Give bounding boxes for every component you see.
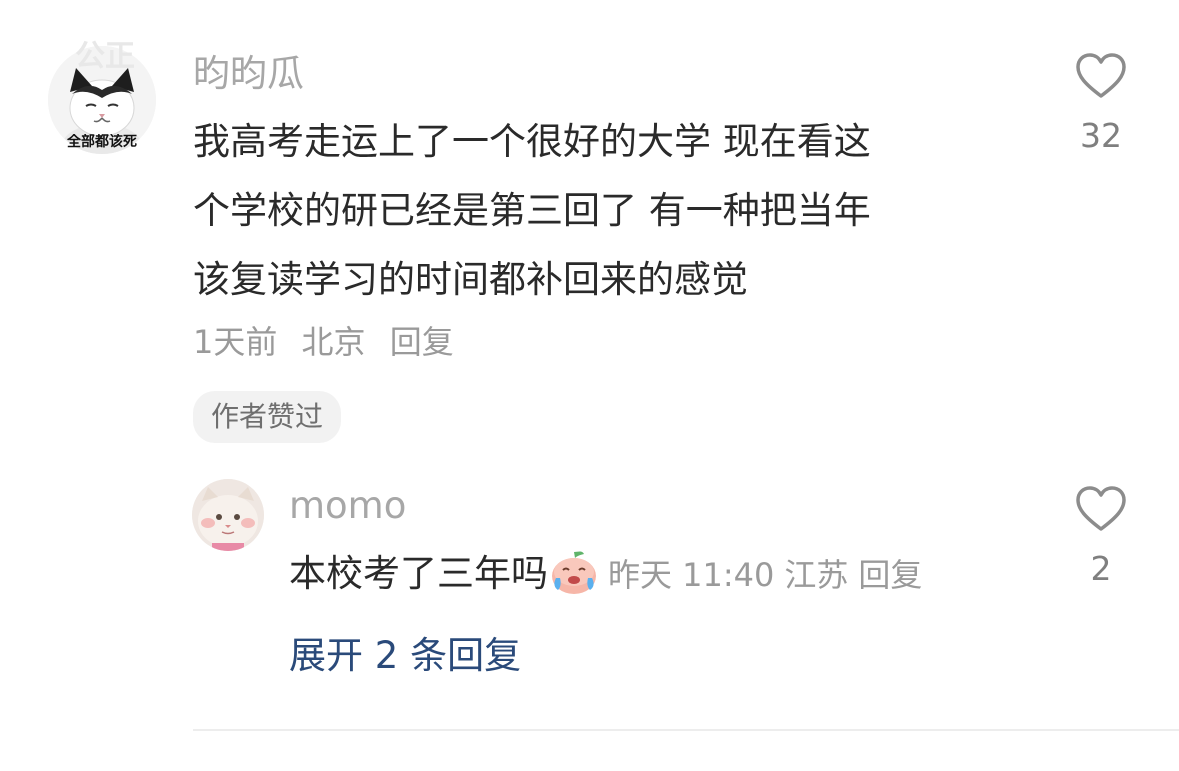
comment-like[interactable]: 32 <box>1056 52 1146 156</box>
comment-meta: 1天前 北京 回复 <box>193 322 468 362</box>
author-liked-badge: 作者赞过 <box>193 391 342 443</box>
reply-time: 昨天 11:40 <box>608 556 775 594</box>
like-count: 32 <box>1080 116 1122 155</box>
comment-line: 个学校的研已经是第三回了 有一种把当年 <box>193 189 871 232</box>
heart-outline-icon[interactable] <box>1075 485 1127 533</box>
comment-text: 我高考走运上了一个很好的大学 现在看这 个学校的研已经是第三回了 有一种把当年 … <box>193 107 1013 314</box>
reply-username[interactable]: momo <box>289 484 406 528</box>
reply-location: 江苏 <box>784 556 849 594</box>
commenter-username[interactable]: 昀昀瓜 <box>193 52 304 96</box>
reply-text-row: 本校考了三年吗 昨天 11:40 江苏 回复 <box>289 548 932 599</box>
persian-cat-avatar-image <box>192 479 264 551</box>
reply-text: 本校考了三年吗 <box>289 552 548 595</box>
comment-line: 我高考走运上了一个很好的大学 现在看这 <box>193 120 871 163</box>
comment-divider <box>193 729 1179 731</box>
reply-like-count: 2 <box>1090 549 1112 588</box>
comment-line: 该复读学习的时间都补回来的感觉 <box>193 258 748 301</box>
expand-replies-button[interactable]: 展开 2 条回复 <box>289 632 521 680</box>
comment-time: 1天前 <box>193 323 278 361</box>
reply-reply-button[interactable]: 回复 <box>858 556 922 594</box>
heart-outline-icon[interactable] <box>1075 52 1127 100</box>
avatar-caption: 全部都该死 <box>67 134 137 150</box>
reply-like[interactable]: 2 <box>1056 485 1146 589</box>
reply-meta: 昨天 11:40 江苏 回复 <box>608 556 932 594</box>
reply-button[interactable]: 回复 <box>390 323 454 361</box>
crying-peach-emoji-icon <box>552 551 596 594</box>
comment-location: 北京 <box>301 323 366 361</box>
reply-avatar[interactable] <box>192 479 264 551</box>
avatar-top-text: 公正 <box>75 39 135 74</box>
